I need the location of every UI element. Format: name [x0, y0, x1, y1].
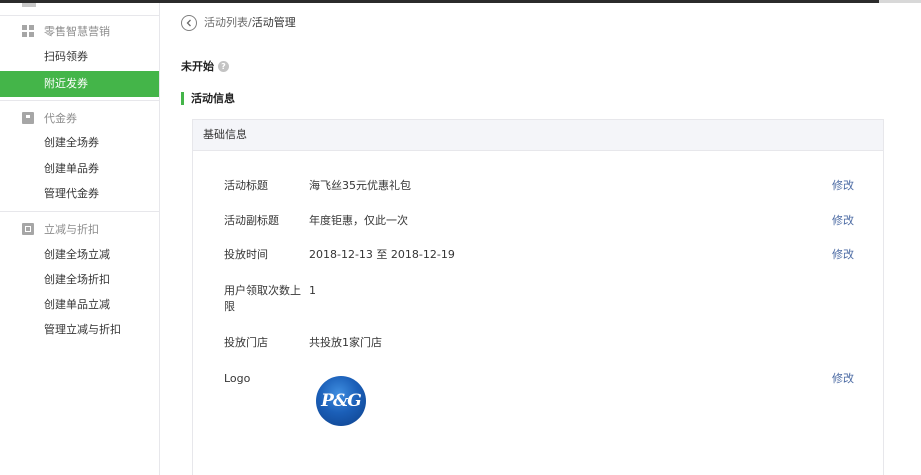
breadcrumb-current: 活动管理	[251, 16, 296, 29]
sidebar-divider	[0, 211, 159, 212]
sidebar-group-voucher: 代金券	[22, 109, 77, 127]
breadcrumb-link-activity-list[interactable]: 活动列表	[204, 16, 248, 29]
sidebar-group-discount: 立减与折扣	[22, 220, 99, 238]
sidebar-divider	[0, 100, 159, 101]
help-icon[interactable]: ?	[218, 60, 229, 72]
section-title-text: 活动信息	[191, 92, 235, 105]
section-title-bar	[181, 91, 184, 105]
top-border-end	[879, 0, 921, 3]
row-value: 共投放1家门店	[309, 336, 382, 349]
sidebar-item-manage-reduction-discount[interactable]: 管理立减与折扣	[0, 317, 159, 343]
edit-link[interactable]: 修改	[832, 213, 854, 229]
panel-title: 基础信息	[193, 120, 883, 151]
chevron-left-icon	[186, 19, 191, 27]
row-label: 投放门店	[224, 336, 268, 349]
sidebar-item-manage-voucher[interactable]: 管理代金券	[0, 181, 159, 207]
row-label: 活动副标题	[224, 214, 279, 227]
activity-status: 未开始 ?	[181, 58, 229, 74]
edit-link[interactable]: 修改	[832, 247, 854, 263]
sidebar-group-retail-marketing: 零售智慧营销	[22, 22, 110, 40]
section-title: 活动信息	[181, 91, 235, 105]
row-label: Logo	[224, 372, 251, 385]
breadcrumb: 活动列表/活动管理	[204, 15, 296, 31]
sidebar-item-create-product-reduction[interactable]: 创建单品立减	[0, 292, 159, 318]
edit-link[interactable]: 修改	[832, 178, 854, 194]
basic-info-panel: 基础信息 活动标题 海飞丝35元优惠礼包 修改 活动副标题 年度钜惠，仅此一次 …	[192, 119, 884, 475]
row-label: 投放时间	[224, 248, 268, 261]
sidebar-item-create-product-voucher[interactable]: 创建单品券	[0, 156, 159, 182]
sidebar-item-nearby-coupon[interactable]: 附近发券	[0, 71, 159, 97]
menu-icon	[22, 3, 36, 7]
row-value: 海飞丝35元优惠礼包	[309, 179, 411, 192]
row-value: 1	[309, 284, 316, 297]
brand-logo-image: P&G	[316, 376, 366, 426]
edit-link[interactable]: 修改	[832, 371, 854, 387]
sidebar-group-label: 立减与折扣	[44, 223, 99, 236]
back-button[interactable]	[181, 15, 197, 31]
row-value: 2018-12-13 至 2018-12-19	[309, 248, 455, 261]
discount-icon	[22, 223, 34, 235]
sidebar: 零售智慧营销 扫码领券 附近发券 代金券 创建全场券 创建单品券 管理代金券 立…	[0, 3, 160, 475]
sidebar-group-label: 零售智慧营销	[44, 25, 110, 38]
sidebar-item-create-store-discount[interactable]: 创建全场折扣	[0, 267, 159, 293]
status-label: 未开始	[181, 60, 214, 73]
sidebar-group-label: 代金券	[44, 112, 77, 125]
sidebar-item-scan-coupon[interactable]: 扫码领券	[0, 44, 159, 70]
sidebar-divider	[0, 15, 159, 16]
grid-icon	[22, 25, 34, 37]
row-label: 活动标题	[224, 179, 268, 192]
row-value: 年度钜惠，仅此一次	[309, 214, 408, 227]
brand-logo-text: P&G	[321, 391, 362, 411]
row-label: 用户领取次数上限	[224, 284, 301, 313]
sidebar-item-create-store-voucher[interactable]: 创建全场券	[0, 130, 159, 156]
voucher-icon	[22, 112, 34, 124]
sidebar-item-create-store-reduction[interactable]: 创建全场立减	[0, 242, 159, 268]
